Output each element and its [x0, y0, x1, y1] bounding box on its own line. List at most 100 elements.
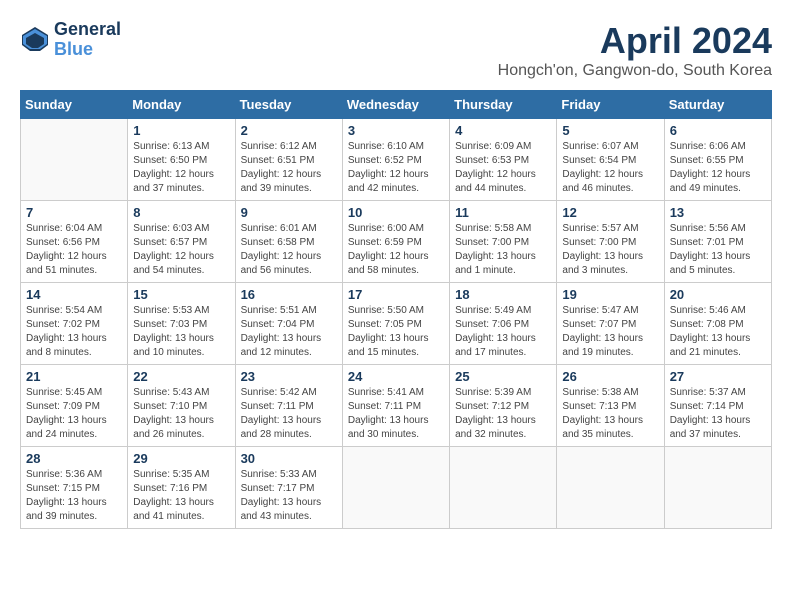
calendar-cell: 27 Sunrise: 5:37 AM Sunset: 7:14 PM Dayli…: [664, 365, 771, 447]
day-number: 18: [455, 287, 551, 302]
day-info: Sunrise: 5:33 AM Sunset: 7:17 PM Dayligh…: [241, 468, 337, 524]
day-number: 21: [26, 369, 122, 384]
calendar-cell: 22Sunrise: 5:43 AM Sunset: 7:10 PM Dayli…: [128, 365, 235, 447]
weekday-header-wednesday: Wednesday: [342, 91, 449, 119]
calendar-cell: 18 Sunrise: 5:49 AM Sunset: 7:06 PM Dayli…: [450, 283, 557, 365]
calendar-cell: 4 Sunrise: 6:09 AM Sunset: 6:53 PM Daylig…: [450, 119, 557, 201]
calendar-cell: [450, 447, 557, 529]
day-number: 10: [348, 205, 444, 220]
day-number: 5: [562, 123, 658, 138]
day-number: 17: [348, 287, 444, 302]
week-row-2: 7Sunrise: 6:04 AM Sunset: 6:56 PM Daylig…: [21, 201, 772, 283]
week-row-3: 14 Sunrise: 5:54 AM Sunset: 7:02 PM Dayli…: [21, 283, 772, 365]
day-number: 7: [26, 205, 122, 220]
day-info: Sunrise: 5:39 AM Sunset: 7:12 PM Dayligh…: [455, 386, 551, 442]
day-info: Sunrise: 5:42 AM Sunset: 7:11 PM Dayligh…: [241, 386, 337, 442]
day-number: 2: [241, 123, 337, 138]
weekday-header-friday: Friday: [557, 91, 664, 119]
calendar-cell: 20 Sunrise: 5:46 AM Sunset: 7:08 PM Dayli…: [664, 283, 771, 365]
calendar-cell: 11Sunrise: 5:58 AM Sunset: 7:00 PM Dayli…: [450, 201, 557, 283]
week-row-1: 1Sunrise: 6:13 AM Sunset: 6:50 PM Daylig…: [21, 119, 772, 201]
calendar-cell: [342, 447, 449, 529]
calendar-cell: 14 Sunrise: 5:54 AM Sunset: 7:02 PM Dayli…: [21, 283, 128, 365]
day-info: Sunrise: 6:07 AM Sunset: 6:54 PM Dayligh…: [562, 140, 658, 196]
day-info: Sunrise: 6:00 AM Sunset: 6:59 PM Dayligh…: [348, 222, 444, 278]
day-info: Sunrise: 5:49 AM Sunset: 7:06 PM Dayligh…: [455, 304, 551, 360]
day-info: Sunrise: 5:41 AM Sunset: 7:11 PM Dayligh…: [348, 386, 444, 442]
day-info: Sunrise: 6:10 AM Sunset: 6:52 PM Dayligh…: [348, 140, 444, 196]
day-number: 27: [670, 369, 766, 384]
day-number: 14: [26, 287, 122, 302]
day-info: Sunrise: 5:46 AM Sunset: 7:08 PM Dayligh…: [670, 304, 766, 360]
day-number: 1: [133, 123, 229, 138]
day-number: 30: [241, 451, 337, 466]
weekday-header-thursday: Thursday: [450, 91, 557, 119]
day-info: Sunrise: 6:09 AM Sunset: 6:53 PM Dayligh…: [455, 140, 551, 196]
day-number: 6: [670, 123, 766, 138]
day-info: Sunrise: 5:36 AM Sunset: 7:15 PM Dayligh…: [26, 468, 122, 524]
day-info: Sunrise: 5:47 AM Sunset: 7:07 PM Dayligh…: [562, 304, 658, 360]
day-info: Sunrise: 5:51 AM Sunset: 7:04 PM Dayligh…: [241, 304, 337, 360]
day-number: 8: [133, 205, 229, 220]
calendar-cell: 17 Sunrise: 5:50 AM Sunset: 7:05 PM Dayli…: [342, 283, 449, 365]
week-row-5: 28Sunrise: 5:36 AM Sunset: 7:15 PM Dayli…: [21, 447, 772, 529]
day-number: 25: [455, 369, 551, 384]
weekday-header-saturday: Saturday: [664, 91, 771, 119]
day-info: Sunrise: 5:54 AM Sunset: 7:02 PM Dayligh…: [26, 304, 122, 360]
calendar-cell: 1Sunrise: 6:13 AM Sunset: 6:50 PM Daylig…: [128, 119, 235, 201]
day-number: 24: [348, 369, 444, 384]
calendar-cell: 23Sunrise: 5:42 AM Sunset: 7:11 PM Dayli…: [235, 365, 342, 447]
calendar-cell: 2 Sunrise: 6:12 AM Sunset: 6:51 PM Daylig…: [235, 119, 342, 201]
day-info: Sunrise: 6:12 AM Sunset: 6:51 PM Dayligh…: [241, 140, 337, 196]
calendar-cell: 10 Sunrise: 6:00 AM Sunset: 6:59 PM Dayli…: [342, 201, 449, 283]
calendar-cell: 5 Sunrise: 6:07 AM Sunset: 6:54 PM Daylig…: [557, 119, 664, 201]
day-info: Sunrise: 6:06 AM Sunset: 6:55 PM Dayligh…: [670, 140, 766, 196]
calendar-cell: [21, 119, 128, 201]
weekday-header-monday: Monday: [128, 91, 235, 119]
day-info: Sunrise: 5:50 AM Sunset: 7:05 PM Dayligh…: [348, 304, 444, 360]
calendar-cell: 7Sunrise: 6:04 AM Sunset: 6:56 PM Daylig…: [21, 201, 128, 283]
day-number: 16: [241, 287, 337, 302]
calendar-cell: 13 Sunrise: 5:56 AM Sunset: 7:01 PM Dayli…: [664, 201, 771, 283]
calendar-cell: 28Sunrise: 5:36 AM Sunset: 7:15 PM Dayli…: [21, 447, 128, 529]
day-info: Sunrise: 5:53 AM Sunset: 7:03 PM Dayligh…: [133, 304, 229, 360]
calendar-cell: 19Sunrise: 5:47 AM Sunset: 7:07 PM Dayli…: [557, 283, 664, 365]
calendar-cell: 15Sunrise: 5:53 AM Sunset: 7:03 PM Dayli…: [128, 283, 235, 365]
calendar-cell: 9Sunrise: 6:01 AM Sunset: 6:58 PM Daylig…: [235, 201, 342, 283]
week-row-4: 21 Sunrise: 5:45 AM Sunset: 7:09 PM Dayli…: [21, 365, 772, 447]
day-info: Sunrise: 6:03 AM Sunset: 6:57 PM Dayligh…: [133, 222, 229, 278]
calendar-cell: 6 Sunrise: 6:06 AM Sunset: 6:55 PM Daylig…: [664, 119, 771, 201]
calendar-cell: 21 Sunrise: 5:45 AM Sunset: 7:09 PM Dayli…: [21, 365, 128, 447]
day-number: 4: [455, 123, 551, 138]
location-title: Hongch'on, Gangwon-do, South Korea: [498, 62, 772, 80]
calendar-cell: 16 Sunrise: 5:51 AM Sunset: 7:04 PM Dayli…: [235, 283, 342, 365]
day-number: 26: [562, 369, 658, 384]
day-number: 13: [670, 205, 766, 220]
header: General Blue April 2024 Hongch'on, Gangw…: [20, 20, 772, 80]
day-info: Sunrise: 5:57 AM Sunset: 7:00 PM Dayligh…: [562, 222, 658, 278]
logo-line2: Blue: [54, 40, 121, 60]
day-number: 20: [670, 287, 766, 302]
calendar-cell: 26 Sunrise: 5:38 AM Sunset: 7:13 PM Dayli…: [557, 365, 664, 447]
weekday-header-sunday: Sunday: [21, 91, 128, 119]
logo-line1: General: [54, 20, 121, 40]
month-title: April 2024: [498, 20, 772, 62]
day-info: Sunrise: 5:37 AM Sunset: 7:14 PM Dayligh…: [670, 386, 766, 442]
day-info: Sunrise: 5:38 AM Sunset: 7:13 PM Dayligh…: [562, 386, 658, 442]
calendar-cell: 30 Sunrise: 5:33 AM Sunset: 7:17 PM Dayli…: [235, 447, 342, 529]
day-number: 22: [133, 369, 229, 384]
logo: General Blue: [20, 20, 121, 60]
calendar-cell: 29Sunrise: 5:35 AM Sunset: 7:16 PM Dayli…: [128, 447, 235, 529]
title-area: April 2024 Hongch'on, Gangwon-do, South …: [498, 20, 772, 80]
calendar-table: SundayMondayTuesdayWednesdayThursdayFrid…: [20, 90, 772, 529]
calendar-cell: 24 Sunrise: 5:41 AM Sunset: 7:11 PM Dayli…: [342, 365, 449, 447]
weekday-header-row: SundayMondayTuesdayWednesdayThursdayFrid…: [21, 91, 772, 119]
calendar-cell: 8 Sunrise: 6:03 AM Sunset: 6:57 PM Daylig…: [128, 201, 235, 283]
calendar-cell: 25 Sunrise: 5:39 AM Sunset: 7:12 PM Dayli…: [450, 365, 557, 447]
day-number: 3: [348, 123, 444, 138]
day-info: Sunrise: 5:56 AM Sunset: 7:01 PM Dayligh…: [670, 222, 766, 278]
day-info: Sunrise: 6:01 AM Sunset: 6:58 PM Dayligh…: [241, 222, 337, 278]
day-info: Sunrise: 5:45 AM Sunset: 7:09 PM Dayligh…: [26, 386, 122, 442]
day-number: 12: [562, 205, 658, 220]
calendar-cell: [664, 447, 771, 529]
